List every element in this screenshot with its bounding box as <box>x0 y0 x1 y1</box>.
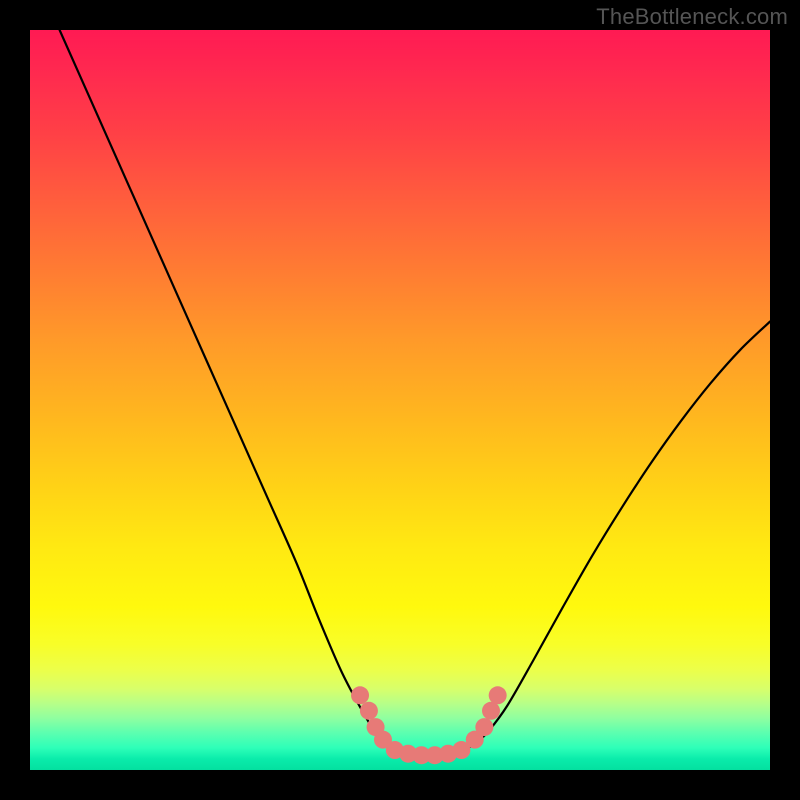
curve-markers <box>351 686 507 764</box>
curve-marker <box>360 702 378 720</box>
chart-plot-area <box>30 30 770 770</box>
curve-marker <box>489 686 507 704</box>
curve-marker <box>452 741 470 759</box>
curve-marker <box>439 745 457 763</box>
curve-marker <box>399 745 417 763</box>
curve-marker <box>412 746 430 764</box>
curve-right-branch <box>474 322 770 746</box>
curve-left-branch <box>60 30 386 746</box>
curve-marker <box>351 686 369 704</box>
curve-marker <box>475 718 493 736</box>
curve-marker <box>367 718 385 736</box>
curve-marker <box>482 702 500 720</box>
curve-marker <box>426 746 444 764</box>
curve-marker <box>466 731 484 749</box>
chart-svg <box>30 30 770 770</box>
curve-marker <box>386 741 404 759</box>
watermark-text: TheBottleneck.com <box>596 4 788 30</box>
curve-marker <box>374 731 392 749</box>
curve-valley <box>385 746 474 756</box>
